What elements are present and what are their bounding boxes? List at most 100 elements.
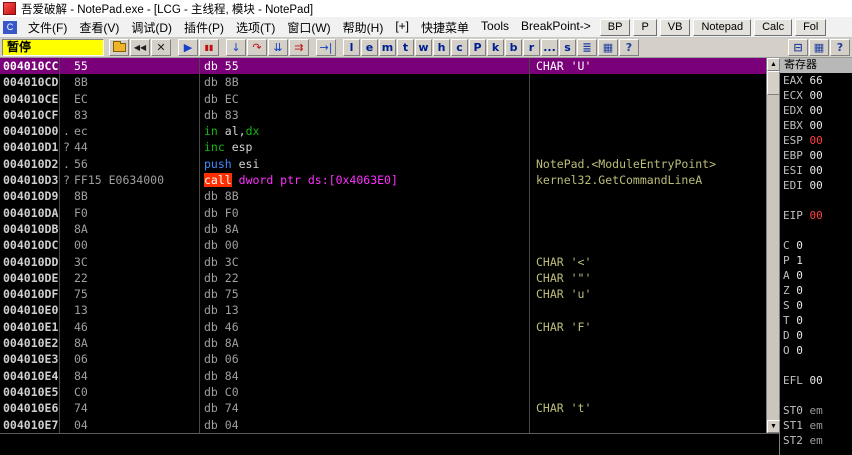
menu-item-2[interactable]: 调试(D) xyxy=(125,17,178,38)
quick-button-p[interactable]: P xyxy=(633,19,656,36)
letter-button-k[interactable]: k xyxy=(487,39,504,56)
disasm-row[interactable]: 004010CF83db 83 xyxy=(0,107,779,123)
disasm-row[interactable]: 004010E484db 84 xyxy=(0,368,779,384)
view-button-2[interactable]: ? xyxy=(619,39,639,56)
register-row-ebp[interactable]: EBP 00 xyxy=(780,148,852,163)
register-row-p[interactable]: P 1 xyxy=(780,253,852,268)
register-row-c[interactable]: C 0 xyxy=(780,238,852,253)
register-row-edx[interactable]: EDX 00 xyxy=(780,103,852,118)
letter-button-c[interactable]: c xyxy=(451,39,468,56)
register-row-d[interactable]: D 0 xyxy=(780,328,852,343)
step-into-button[interactable]: ↓ xyxy=(226,39,246,56)
menu-item-0[interactable]: 文件(F) xyxy=(22,17,73,38)
register-row-s[interactable]: S 0 xyxy=(780,298,852,313)
letter-button-e[interactable]: e xyxy=(361,39,378,56)
letter-button-r[interactable]: r xyxy=(523,39,540,56)
letter-button-P[interactable]: P xyxy=(469,39,486,56)
asm-token: db 13 xyxy=(204,303,239,317)
register-row-efl[interactable]: EFL 00 xyxy=(780,373,852,388)
menu-item-1[interactable]: 查看(V) xyxy=(73,17,125,38)
disasm-row[interactable]: 004010D0.ecin al,dx xyxy=(0,123,779,139)
cpu-window-icon[interactable] xyxy=(3,21,17,34)
run-button[interactable]: ▶ xyxy=(178,39,198,56)
quick-button-notepad[interactable]: Notepad xyxy=(693,19,751,36)
disasm-row[interactable]: 004010DD3Cdb 3CCHAR '<' xyxy=(0,254,779,270)
open-file-button[interactable] xyxy=(109,39,129,56)
letter-button-b[interactable]: b xyxy=(505,39,522,56)
comment-cell xyxy=(530,335,779,351)
address-cell: 004010DF xyxy=(0,286,60,302)
disasm-row[interactable]: 004010E28Adb 8A xyxy=(0,335,779,351)
view-button-0[interactable]: ≣ xyxy=(577,39,597,56)
disasm-row-selected[interactable]: 004010CC55db 55CHAR 'U' xyxy=(0,58,779,74)
register-row-t[interactable]: T 0 xyxy=(780,313,852,328)
register-row-eax[interactable]: EAX 66 xyxy=(780,73,852,88)
menu-item-8[interactable]: 快捷菜单 xyxy=(415,17,475,38)
menu-item-7[interactable]: [+] xyxy=(389,17,415,38)
register-row-esi[interactable]: ESI 00 xyxy=(780,163,852,178)
menu-item-4[interactable]: 选项(T) xyxy=(230,17,281,38)
register-row-edi[interactable]: EDI 00 xyxy=(780,178,852,193)
menu-item-3[interactable]: 插件(P) xyxy=(178,17,230,38)
letter-button-s[interactable]: s xyxy=(559,39,576,56)
menu-item-5[interactable]: 窗口(W) xyxy=(281,17,336,38)
right-button-2[interactable]: ? xyxy=(830,39,850,56)
register-row-a[interactable]: A 0 xyxy=(780,268,852,283)
quick-button-fol[interactable]: Fol xyxy=(795,19,826,36)
letter-button-w[interactable]: w xyxy=(415,39,432,56)
restart-button[interactable]: ◀◀ xyxy=(130,39,150,56)
register-row-ebx[interactable]: EBX 00 xyxy=(780,118,852,133)
disasm-row[interactable]: 004010DAF0db F0 xyxy=(0,205,779,221)
letter-button-h[interactable]: h xyxy=(433,39,450,56)
menu-item-6[interactable]: 帮助(H) xyxy=(337,17,390,38)
asm-token: db 04 xyxy=(204,418,239,432)
disasm-row[interactable]: 004010D3?FF15 E0634000call dword ptr ds:… xyxy=(0,172,779,188)
register-row-st2[interactable]: ST2 em xyxy=(780,433,852,448)
letter-button-...[interactable]: ... xyxy=(541,39,558,56)
register-row-eip[interactable]: EIP 00 xyxy=(780,208,852,223)
scrollbar-thumb[interactable] xyxy=(767,71,780,95)
quick-button-calc[interactable]: Calc xyxy=(754,19,792,36)
scroll-down-button[interactable]: ▼ xyxy=(767,420,780,433)
letter-button-m[interactable]: m xyxy=(379,39,396,56)
disasm-row[interactable]: 004010D2.56push esiNotePad.<ModuleEntryP… xyxy=(0,156,779,172)
quick-button-bp[interactable]: BP xyxy=(600,19,631,36)
disasm-row[interactable]: 004010DF75db 75CHAR 'u' xyxy=(0,286,779,302)
right-button-0[interactable]: ⊟ xyxy=(788,39,808,56)
quick-button-vb[interactable]: VB xyxy=(660,19,691,36)
animate-over-button[interactable]: ⇉ xyxy=(289,39,309,56)
menu-item-9[interactable]: Tools xyxy=(475,17,515,38)
disasm-row[interactable]: 004010D98Bdb 8B xyxy=(0,188,779,204)
disasm-row[interactable]: 004010E5C0db C0 xyxy=(0,384,779,400)
register-row-o[interactable]: O 0 xyxy=(780,343,852,358)
right-button-1[interactable]: ▦ xyxy=(809,39,829,56)
close-button[interactable]: ✕ xyxy=(151,39,171,56)
letter-button-t[interactable]: t xyxy=(397,39,414,56)
animate-into-button[interactable]: ⇊ xyxy=(268,39,288,56)
scroll-up-button[interactable]: ▲ xyxy=(767,58,780,71)
vertical-scrollbar[interactable]: ▲ ▼ xyxy=(766,58,779,433)
disasm-row[interactable]: 004010DE22db 22CHAR '"' xyxy=(0,270,779,286)
disasm-row[interactable]: 004010DC00db 00 xyxy=(0,237,779,253)
register-row-z[interactable]: Z 0 xyxy=(780,283,852,298)
registers-pane-title[interactable]: 寄存器 xyxy=(780,58,852,73)
letter-button-l[interactable]: l xyxy=(343,39,360,56)
register-row-st1[interactable]: ST1 em xyxy=(780,418,852,433)
pause-button[interactable]: ▮▮ xyxy=(199,39,219,56)
disasm-row[interactable]: 004010CEECdb EC xyxy=(0,91,779,107)
disasm-row[interactable]: 004010E704db 04 xyxy=(0,417,779,433)
register-row-esp[interactable]: ESP 00 xyxy=(780,133,852,148)
register-row-st0[interactable]: ST0 em xyxy=(780,403,852,418)
disasm-row[interactable]: 004010E013db 13 xyxy=(0,302,779,318)
disasm-row[interactable]: 004010CD8Bdb 8B xyxy=(0,74,779,90)
disasm-row[interactable]: 004010E146db 46CHAR 'F' xyxy=(0,319,779,335)
register-row-ecx[interactable]: ECX 00 xyxy=(780,88,852,103)
disasm-row[interactable]: 004010DB8Adb 8A xyxy=(0,221,779,237)
disasm-row[interactable]: 004010E674db 74CHAR 't' xyxy=(0,400,779,416)
run-to-return-button[interactable]: →| xyxy=(316,39,336,56)
menu-item-10[interactable]: BreakPoint-> xyxy=(515,17,597,38)
step-over-button[interactable]: ↷ xyxy=(247,39,267,56)
disasm-row[interactable]: 004010E306db 06 xyxy=(0,351,779,367)
view-button-1[interactable]: ▦ xyxy=(598,39,618,56)
disasm-row[interactable]: 004010D1?44inc esp xyxy=(0,139,779,155)
